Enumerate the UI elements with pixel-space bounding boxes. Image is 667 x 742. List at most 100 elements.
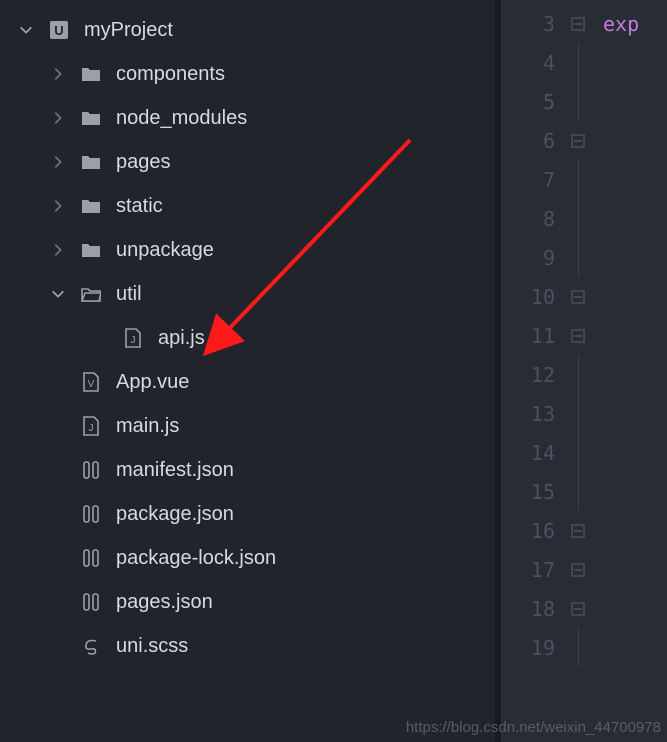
line-number: 6 <box>501 121 565 160</box>
line-number: 12 <box>501 355 565 394</box>
code-line[interactable] <box>603 550 667 589</box>
fold-collapse-icon[interactable] <box>565 511 591 550</box>
fold-guide <box>565 238 591 277</box>
code-line[interactable] <box>603 82 667 121</box>
tree-item-label: pages.json <box>116 591 213 614</box>
fold-collapse-icon[interactable] <box>565 316 591 355</box>
tree-file-package.json[interactable]: package.json <box>0 492 495 536</box>
svg-text:U: U <box>54 23 63 38</box>
code-line[interactable] <box>603 511 667 550</box>
tree-file-package-lock.json[interactable]: package-lock.json <box>0 536 495 580</box>
fold-collapse-icon[interactable] <box>565 550 591 589</box>
chevron-right-icon <box>50 155 66 169</box>
file-json-icon <box>80 548 102 568</box>
line-number: 4 <box>501 43 565 82</box>
folder-icon <box>80 196 102 216</box>
tree-item-label: manifest.json <box>116 459 234 482</box>
code-line[interactable] <box>603 199 667 238</box>
watermark-text: https://blog.csdn.net/weixin_44700978 <box>406 719 661 736</box>
line-number: 5 <box>501 82 565 121</box>
tree-item-label: util <box>116 283 142 306</box>
code-line[interactable] <box>603 433 667 472</box>
tree-item-label: myProject <box>84 19 173 42</box>
tree-item-label: pages <box>116 151 171 174</box>
tree-item-label: node_modules <box>116 107 247 130</box>
line-number: 8 <box>501 199 565 238</box>
folder-open-icon <box>80 284 102 304</box>
fold-guide <box>565 199 591 238</box>
code-line[interactable] <box>603 43 667 82</box>
tree-item-label: App.vue <box>116 371 189 394</box>
tree-file-api.js[interactable]: Japi.js <box>0 316 495 360</box>
code-line[interactable] <box>603 628 667 667</box>
tree-folder-unpackage[interactable]: unpackage <box>0 228 495 272</box>
tree-folder-node_modules[interactable]: node_modules <box>0 96 495 140</box>
tree-item-label: api.js <box>158 327 205 350</box>
fold-collapse-icon[interactable] <box>565 121 591 160</box>
line-number: 16 <box>501 511 565 550</box>
line-number: 9 <box>501 238 565 277</box>
fold-collapse-icon[interactable] <box>565 277 591 316</box>
tree-file-manifest.json[interactable]: manifest.json <box>0 448 495 492</box>
svg-text:V: V <box>88 379 95 390</box>
fold-guide <box>565 82 591 121</box>
file-scss-icon <box>80 636 102 656</box>
file-tree-panel: U myProject components node_modulespages s… <box>0 0 495 742</box>
tree-folder-pages[interactable]: pages <box>0 140 495 184</box>
folder-icon <box>80 152 102 172</box>
code-line[interactable]: exp <box>603 4 667 43</box>
code-line[interactable] <box>603 238 667 277</box>
line-number: 13 <box>501 394 565 433</box>
code-line[interactable] <box>603 472 667 511</box>
chevron-right-icon <box>50 199 66 213</box>
fold-guide <box>565 355 591 394</box>
line-number-gutter: 345678910111213141516171819 <box>501 0 565 742</box>
tree-item-label: unpackage <box>116 239 214 262</box>
project-icon: U <box>48 20 70 40</box>
line-number: 19 <box>501 628 565 667</box>
chevron-right-icon <box>50 243 66 257</box>
tree-file-pages.json[interactable]: pages.json <box>0 580 495 624</box>
file-js-icon: J <box>80 416 102 436</box>
chevron-right-icon <box>50 111 66 125</box>
svg-text:J: J <box>131 335 136 346</box>
fold-collapse-icon[interactable] <box>565 4 591 43</box>
line-number: 11 <box>501 316 565 355</box>
tree-folder-static[interactable]: static <box>0 184 495 228</box>
file-js-icon: J <box>122 328 144 348</box>
fold-column <box>565 0 591 742</box>
tree-file-App.vue[interactable]: V App.vue <box>0 360 495 404</box>
tree-item-label: components <box>116 63 225 86</box>
file-json-icon <box>80 592 102 612</box>
tree-folder-components[interactable]: components <box>0 52 495 96</box>
code-line[interactable] <box>603 316 667 355</box>
line-number: 10 <box>501 277 565 316</box>
tree-file-main.js[interactable]: Jmain.js <box>0 404 495 448</box>
code-line[interactable] <box>603 589 667 628</box>
folder-icon <box>80 240 102 260</box>
tree-item-label: package.json <box>116 503 234 526</box>
code-line[interactable] <box>603 277 667 316</box>
line-number: 15 <box>501 472 565 511</box>
tree-item-label: package-lock.json <box>116 547 276 570</box>
fold-guide <box>565 628 591 667</box>
line-number: 7 <box>501 160 565 199</box>
tree-root-item[interactable]: U myProject <box>0 8 495 52</box>
file-vue-icon: V <box>80 372 102 392</box>
tree-folder-util[interactable]: util <box>0 272 495 316</box>
code-line[interactable] <box>603 394 667 433</box>
code-area[interactable]: exp <box>591 0 667 742</box>
tree-file-uni.scss[interactable]: uni.scss <box>0 624 495 668</box>
code-line[interactable] <box>603 121 667 160</box>
tree-item-label: main.js <box>116 415 179 438</box>
fold-guide <box>565 472 591 511</box>
code-line[interactable] <box>603 355 667 394</box>
fold-guide <box>565 394 591 433</box>
code-line[interactable] <box>603 160 667 199</box>
tree-item-label: static <box>116 195 163 218</box>
fold-collapse-icon[interactable] <box>565 589 591 628</box>
chevron-down-icon <box>50 287 66 301</box>
file-json-icon <box>80 460 102 480</box>
fold-guide <box>565 43 591 82</box>
file-json-icon <box>80 504 102 524</box>
